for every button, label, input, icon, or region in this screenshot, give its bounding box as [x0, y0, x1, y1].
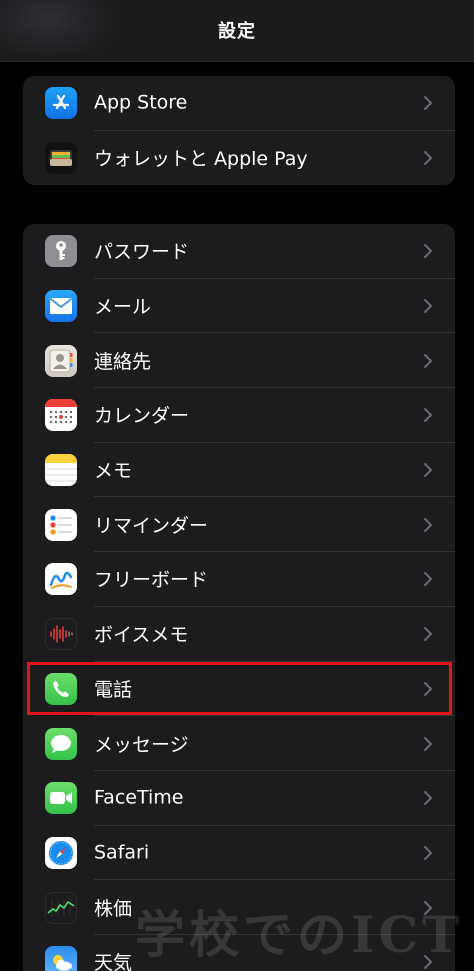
settings-row-label: メモ [94, 460, 133, 483]
chevron-right-icon [424, 572, 432, 587]
chevron-right-icon [424, 299, 432, 314]
chevron-right-icon [424, 244, 432, 259]
settings-row-wallet[interactable]: ウォレットと Apple Pay [23, 131, 455, 186]
safari-icon [45, 836, 77, 869]
settings-row-label: 連絡先 [94, 350, 152, 373]
status-bar-blur [0, 0, 120, 62]
settings-row-passwords[interactable]: パスワード [23, 224, 455, 279]
key-icon [45, 235, 77, 268]
mail-icon [45, 290, 77, 323]
settings-row-label: フリーボード [94, 569, 209, 592]
facetime-icon [45, 782, 77, 815]
settings-row-label: 天気 [94, 952, 133, 971]
voice-memo-icon [45, 618, 77, 651]
chevron-right-icon [424, 463, 432, 478]
calendar-icon [45, 399, 77, 432]
settings-row-label: 株価 [94, 897, 133, 920]
settings-row-phone[interactable]: 電話 [23, 662, 455, 717]
settings-row-messages[interactable]: メッセージ [23, 716, 455, 771]
settings-row-calendar[interactable]: カレンダー [23, 388, 455, 443]
chevron-right-icon [424, 408, 432, 423]
reminders-icon [45, 508, 77, 541]
settings-row-label: パスワード [94, 241, 190, 264]
settings-row-label: メール [94, 295, 152, 318]
chevron-right-icon [424, 517, 432, 532]
settings-row-safari[interactable]: Safari [23, 826, 455, 881]
stocks-icon [45, 891, 77, 924]
chevron-right-icon [424, 353, 432, 368]
chevron-right-icon [424, 791, 432, 806]
settings-row-mail[interactable]: メール [23, 279, 455, 334]
app-store-icon [45, 87, 77, 120]
settings-row-label: メッセージ [94, 733, 189, 756]
page-title: 設定 [218, 20, 256, 42]
chevron-right-icon [424, 96, 432, 111]
chevron-right-icon [424, 845, 432, 860]
chevron-right-icon [424, 681, 432, 696]
settings-group-apps: パスワード メール 連絡先 カレンダー メモ リマインダー フリーボード ボイス… [23, 224, 455, 971]
settings-row-reminders[interactable]: リマインダー [23, 497, 455, 553]
settings-row-label: 電話 [94, 678, 133, 701]
settings-screen: 設定 App Store ウォレットと Apple Pay パスワード メール … [0, 0, 474, 971]
settings-row-contacts[interactable]: 連絡先 [23, 333, 455, 389]
notes-icon [45, 454, 77, 487]
settings-row-label: リマインダー [94, 514, 209, 537]
chevron-right-icon [424, 736, 432, 751]
settings-row-label: App Store [94, 91, 188, 114]
contacts-icon [45, 344, 77, 377]
settings-row-facetime[interactable]: FaceTime [23, 771, 455, 826]
chevron-right-icon [424, 627, 432, 642]
settings-group-store: App Store ウォレットと Apple Pay [23, 76, 455, 186]
settings-row-app-store[interactable]: App Store [23, 76, 455, 131]
freeform-icon [45, 563, 77, 596]
messages-icon [45, 727, 77, 760]
wallet-icon [45, 142, 77, 175]
chevron-right-icon [424, 151, 432, 166]
settings-row-label: Safari [94, 841, 150, 864]
settings-row-freeform[interactable]: フリーボード [23, 552, 455, 607]
watermark: 学校でのICT [135, 905, 464, 964]
weather-icon [45, 946, 77, 971]
navigation-bar: 設定 [0, 0, 474, 62]
settings-row-label: ボイスメモ [94, 624, 189, 647]
phone-icon [45, 672, 77, 705]
settings-row-label: ウォレットと Apple Pay [94, 147, 308, 170]
settings-row-voice-memos[interactable]: ボイスメモ [23, 607, 455, 662]
settings-row-notes[interactable]: メモ [23, 443, 455, 498]
settings-row-label: カレンダー [94, 405, 190, 428]
settings-row-label: FaceTime [94, 786, 184, 809]
